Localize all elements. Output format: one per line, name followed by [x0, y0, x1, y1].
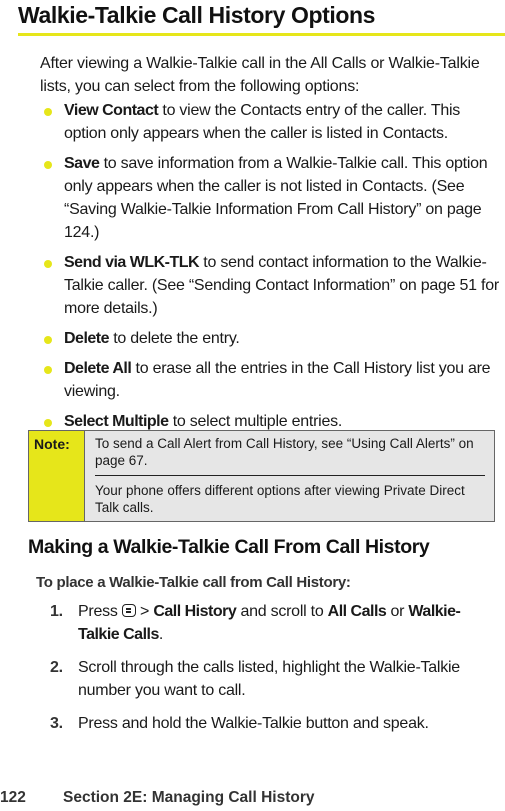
step-number: 3. — [50, 715, 63, 732]
menu-key-icon — [121, 604, 136, 617]
footer-section: Section 2E: Managing Call History — [63, 789, 315, 806]
option-delete: Delete to delete the entry. — [40, 327, 505, 350]
note-item: Your phone offers different options afte… — [95, 483, 465, 515]
step-term: Call History — [153, 603, 237, 620]
step-2: 2. Scroll through the calls listed, high… — [50, 656, 500, 702]
note-box: Note: To send a Call Alert from Call His… — [28, 430, 495, 522]
intro-paragraph: After viewing a Walkie-Talkie call in th… — [40, 55, 480, 95]
options-list: View Contact to view the Contacts entry … — [40, 99, 505, 440]
step-text: and scroll to — [236, 603, 328, 620]
bullet-icon — [44, 161, 52, 169]
step-text: . — [158, 626, 164, 643]
step-text: or — [386, 603, 409, 620]
option-send-via-wlk-tlk: Send via WLK-TLK to send contact informa… — [40, 251, 505, 320]
step-number: 1. — [50, 603, 63, 620]
option-term: Send via WLK-TLK — [64, 254, 200, 271]
title-underline — [18, 33, 505, 36]
page-title: Walkie-Talkie Call History Options — [18, 2, 376, 28]
bullet-icon — [44, 336, 52, 344]
bullet-icon — [44, 419, 52, 427]
option-save: Save to save information from a Walkie-T… — [40, 152, 505, 244]
page-number: 122 — [0, 789, 26, 806]
bullet-icon — [44, 108, 52, 116]
option-view-contact: View Contact to view the Contacts entry … — [40, 99, 505, 145]
procedure-lead: To place a Walkie-Talkie call from Call … — [36, 574, 351, 591]
option-term: Delete All — [64, 360, 132, 377]
step-text: Scroll through the calls listed, highlig… — [78, 659, 460, 699]
section-heading: Making a Walkie-Talkie Call From Call Hi… — [28, 536, 430, 558]
bullet-icon — [44, 366, 52, 374]
page-footer: 122 Section 2E: Managing Call History — [0, 789, 315, 807]
bullet-icon — [44, 260, 52, 268]
option-term: View Contact — [64, 102, 159, 119]
option-text: to delete the entry. — [109, 330, 240, 347]
option-term: Save — [64, 155, 100, 172]
option-term: Delete — [64, 330, 110, 347]
option-text: to save information from a Walkie-Talkie… — [64, 155, 488, 241]
option-text: to select multiple entries. — [168, 413, 343, 430]
option-delete-all: Delete All to erase all the entries in t… — [40, 357, 505, 403]
option-term: Select Multiple — [64, 413, 169, 430]
note-item: To send a Call Alert from Call History, … — [95, 435, 485, 476]
step-term: All Calls — [327, 603, 387, 620]
step-text: Press and hold the Walkie-Talkie button … — [78, 715, 429, 732]
step-number: 2. — [50, 659, 63, 676]
step-3: 3. Press and hold the Walkie-Talkie butt… — [50, 712, 500, 735]
step-text: > — [135, 603, 154, 620]
steps-list: 1. Press > Call History and scroll to Al… — [50, 600, 500, 745]
note-body: To send a Call Alert from Call History, … — [85, 431, 494, 521]
step-1: 1. Press > Call History and scroll to Al… — [50, 600, 500, 646]
step-text: Press — [78, 603, 122, 620]
note-label: Note: — [29, 431, 85, 521]
